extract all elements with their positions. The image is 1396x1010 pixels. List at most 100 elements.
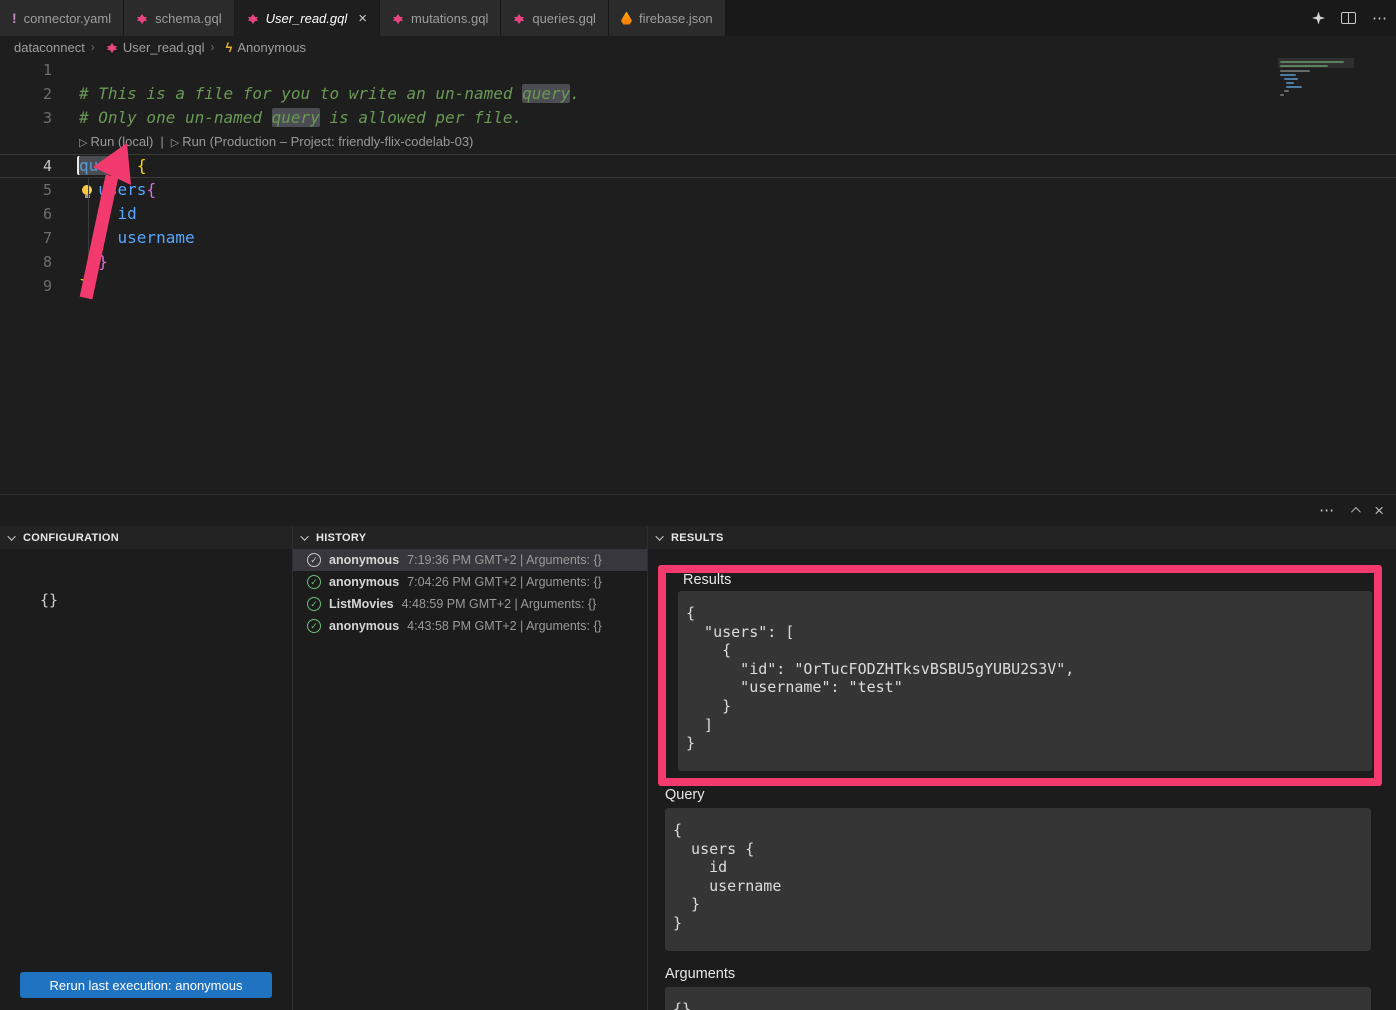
- configuration-header[interactable]: CONFIGURATION: [0, 526, 292, 549]
- history-item-name: anonymous: [329, 619, 399, 633]
- check-icon: ✓: [307, 575, 321, 589]
- panel-actions: ⋯ ×: [1319, 495, 1384, 526]
- history-item[interactable]: ✓ ListMovies 4:48:59 PM GMT+2 | Argument…: [293, 593, 647, 615]
- breadcrumb-item[interactable]: › User_read.gql: [85, 40, 205, 55]
- graphql-icon: [247, 12, 259, 24]
- close-icon[interactable]: ×: [358, 10, 367, 27]
- editor-tab[interactable]: ! connector.yaml: [0, 0, 124, 36]
- code-editor[interactable]: 12# This is a file for you to write an u…: [0, 58, 1396, 494]
- query-text: { users { id username } }: [665, 808, 1371, 943]
- configuration-title: CONFIGURATION: [23, 532, 119, 544]
- results-json: { "users": [ { "id": "OrTucFODZHTksvBSBU…: [678, 591, 1372, 763]
- graphql-icon: [513, 12, 525, 24]
- editor-tab[interactable]: firebase.json: [609, 0, 726, 36]
- history-item[interactable]: ✓ anonymous 7:04:26 PM GMT+2 | Arguments…: [293, 571, 647, 593]
- check-icon: ✓: [307, 553, 321, 567]
- bottom-panel: ⋯ × CONFIGURATION {} Rerun last executio…: [0, 494, 1396, 1010]
- breadcrumb-label: User_read.gql: [123, 40, 205, 55]
- history-title: HISTORY: [316, 532, 366, 544]
- editor-tab[interactable]: queries.gql: [501, 0, 609, 36]
- panel-tab-bar: ⋯ ×: [0, 495, 1396, 526]
- arguments-label: Arguments: [665, 966, 735, 982]
- more-actions-icon[interactable]: ⋯: [1372, 11, 1388, 26]
- history-list: ✓ anonymous 7:19:36 PM GMT+2 | Arguments…: [293, 549, 647, 637]
- breadcrumb: › dataconnect › User_read.gql › ϟ Anonym…: [0, 36, 1396, 58]
- arguments-text: {}: [665, 987, 1371, 1010]
- history-item-name: anonymous: [329, 575, 399, 589]
- tab-label: firebase.json: [639, 11, 713, 26]
- tab-label: mutations.gql: [411, 11, 488, 26]
- configuration-tabs: [0, 549, 292, 569]
- check-icon: ✓: [307, 597, 321, 611]
- graphql-icon: [136, 12, 148, 24]
- code-line[interactable]: ▷Run (local)|▷Run (Production – Project:…: [0, 130, 1396, 154]
- history-item-detail: 7:04:26 PM GMT+2 | Arguments: {}: [407, 575, 602, 589]
- code-line[interactable]: 9}: [0, 274, 1396, 298]
- results-title: RESULTS: [671, 532, 724, 544]
- tab-label: User_read.gql: [266, 11, 348, 26]
- results-label: Results: [683, 572, 731, 588]
- code-line[interactable]: 1: [0, 58, 1396, 82]
- code-line[interactable]: 8 }: [0, 250, 1396, 274]
- history-item[interactable]: ✓ anonymous 7:19:36 PM GMT+2 | Arguments…: [293, 549, 647, 571]
- editor-actions: ⋯: [1312, 0, 1388, 36]
- tab-label: schema.gql: [155, 11, 221, 26]
- history-item-detail: 7:19:36 PM GMT+2 | Arguments: {}: [407, 553, 602, 567]
- editor-tab[interactable]: User_read.gql ×: [235, 0, 380, 36]
- chevron-down-icon: [300, 532, 308, 540]
- code-line[interactable]: 6 id: [0, 202, 1396, 226]
- results-json-box[interactable]: { "users": [ { "id": "OrTucFODZHTksvBSBU…: [678, 591, 1372, 771]
- maximize-panel-icon[interactable]: [1351, 507, 1361, 517]
- breadcrumb-separator: ›: [91, 40, 95, 54]
- code-line[interactable]: 2# This is a file for you to write an un…: [0, 82, 1396, 106]
- code-line[interactable]: 5 users{: [0, 178, 1396, 202]
- configuration-section: CONFIGURATION {} Rerun last execution: a…: [0, 526, 293, 1010]
- graphql-icon: [392, 12, 404, 24]
- check-icon: ✓: [307, 619, 321, 633]
- results-section: RESULTS Results { "users": [ { "id": "Or…: [648, 526, 1396, 1010]
- rerun-button[interactable]: Rerun last execution: anonymous: [20, 972, 272, 998]
- history-item-detail: 4:48:59 PM GMT+2 | Arguments: {}: [402, 597, 597, 611]
- code-line[interactable]: 7 username: [0, 226, 1396, 250]
- variables-value[interactable]: {}: [40, 591, 292, 609]
- query-box[interactable]: { users { id username } }: [665, 808, 1371, 951]
- query-label: Query: [665, 787, 705, 803]
- chevron-down-icon: [7, 532, 15, 540]
- editor-tab[interactable]: schema.gql: [124, 0, 234, 36]
- close-panel-icon[interactable]: ×: [1374, 502, 1384, 519]
- tab-label: queries.gql: [532, 11, 596, 26]
- history-item-name: anonymous: [329, 553, 399, 567]
- breadcrumb-label: Anonymous: [237, 40, 306, 55]
- breadcrumb-label: dataconnect: [14, 40, 85, 55]
- history-item-detail: 4:43:58 PM GMT+2 | Arguments: {}: [407, 619, 602, 633]
- graphql-icon: [106, 41, 118, 53]
- code-line[interactable]: 3# Only one un-named query is allowed pe…: [0, 106, 1396, 130]
- run-local-codelens[interactable]: Run (local): [90, 134, 153, 149]
- arguments-box[interactable]: {}: [665, 987, 1371, 1010]
- run-production-codelens[interactable]: Run (Production – Project: friendly-flix…: [182, 134, 473, 149]
- history-header[interactable]: HISTORY: [293, 526, 647, 549]
- code-lines: 12# This is a file for you to write an u…: [0, 58, 1396, 298]
- indent-guide: [88, 178, 89, 274]
- history-item[interactable]: ✓ anonymous 4:43:58 PM GMT+2 | Arguments…: [293, 615, 647, 637]
- code-line[interactable]: 4query {: [0, 154, 1396, 178]
- panel-more-icon[interactable]: ⋯: [1319, 503, 1335, 518]
- copilot-sparkle-icon[interactable]: [1312, 12, 1325, 25]
- tab-label: connector.yaml: [24, 11, 111, 26]
- breadcrumb-item[interactable]: › dataconnect: [14, 40, 85, 55]
- editor-tab-bar: ! connector.yaml schema.gql User_read.gq…: [0, 0, 1396, 36]
- vscode-window: ! connector.yaml schema.gql User_read.gq…: [0, 0, 1396, 1010]
- history-item-name: ListMovies: [329, 597, 394, 611]
- operation-icon: ϟ: [226, 41, 233, 54]
- editor-tab[interactable]: mutations.gql: [380, 0, 501, 36]
- split-editor-icon[interactable]: [1341, 12, 1356, 24]
- breadcrumb-separator: ›: [211, 40, 215, 54]
- warning-icon: !: [12, 10, 17, 26]
- history-section: HISTORY ✓ anonymous 7:19:36 PM GMT+2 | A…: [293, 526, 648, 1010]
- lightbulb-icon[interactable]: [82, 185, 92, 195]
- results-header[interactable]: RESULTS: [648, 526, 1396, 549]
- firebase-icon: [621, 12, 632, 25]
- minimap[interactable]: [1278, 58, 1354, 138]
- breadcrumb-item[interactable]: › ϟ Anonymous: [205, 40, 307, 55]
- chevron-down-icon: [655, 532, 663, 540]
